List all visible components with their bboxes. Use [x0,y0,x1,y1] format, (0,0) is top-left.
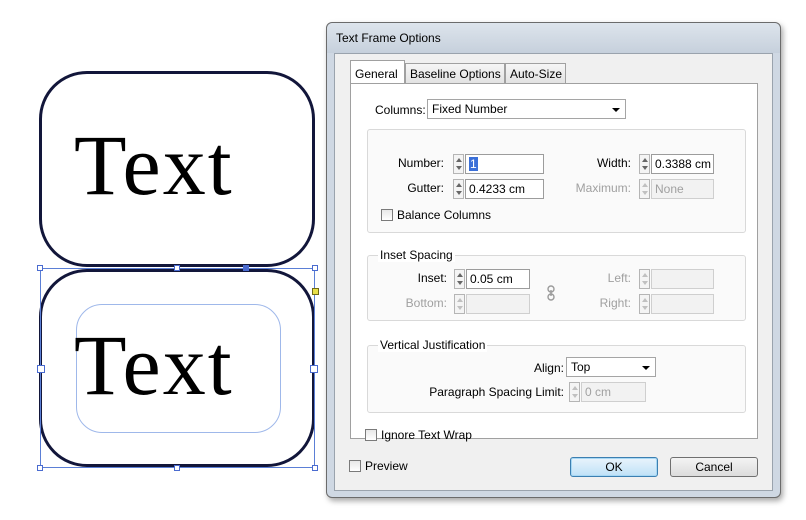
balance-columns-checkbox[interactable] [381,209,393,221]
width-label: Width: [596,156,631,170]
bottom-label: Bottom: [405,296,447,310]
paragraph-spacing-stepper[interactable] [569,382,580,402]
ok-button[interactable]: OK [570,457,658,477]
align-dropdown-value: Top [571,360,591,374]
handle-middle-left[interactable] [37,365,45,373]
frame-top-text: Text [74,117,234,213]
chevron-down-icon [642,366,650,370]
align-dropdown[interactable]: Top [566,357,656,377]
left-field[interactable] [651,269,714,289]
cancel-button[interactable]: Cancel [670,457,758,477]
tab-auto-size[interactable]: Auto-Size [505,63,566,83]
width-field[interactable]: 0.3388 cm [651,154,714,174]
anchor-handle-icon[interactable] [243,265,249,271]
preview-checkbox[interactable] [349,460,361,472]
text-frame-options-dialog: Text Frame Options General Baseline Opti… [326,22,781,498]
inset-spacing-group: Inset Spacing Inset: 0.05 cm Bottom: Lef… [367,248,746,321]
paragraph-spacing-field[interactable]: 0 cm [581,382,646,402]
columns-label: Columns: [375,103,426,117]
columns-dropdown-value: Fixed Number [432,102,508,116]
align-label: Align: [533,361,564,375]
out-port-icon[interactable] [312,288,319,295]
number-stepper[interactable] [453,154,464,174]
columns-dropdown[interactable]: Fixed Number [427,99,626,119]
left-stepper[interactable] [639,269,650,289]
columns-group: Number: 1 Gutter: 0.4233 cm Width: 0.338… [367,129,746,233]
tab-auto-size-label: Auto-Size [510,67,563,81]
preview-label: Preview [365,459,408,473]
right-field[interactable] [651,294,714,314]
tab-general[interactable]: General [350,60,405,84]
width-stepper[interactable] [639,154,650,174]
tab-baseline-options-label: Baseline Options [410,67,501,81]
vertical-justification-group: Vertical Justification Align: Top Paragr… [367,338,746,413]
inset-stepper[interactable] [454,269,465,289]
bottom-field[interactable] [466,294,530,314]
maximum-stepper[interactable] [639,179,650,199]
right-stepper[interactable] [639,294,650,314]
dialog-titlebar[interactable]: Text Frame Options [327,23,780,53]
handle-bottom-left[interactable] [37,465,43,471]
chevron-down-icon [612,108,620,112]
chain-link-icon[interactable] [545,285,557,301]
left-label: Left: [607,271,631,285]
gutter-stepper[interactable] [453,179,464,199]
bottom-stepper[interactable] [454,294,465,314]
handle-top-middle[interactable] [174,265,180,271]
dialog-title: Text Frame Options [336,31,441,45]
gutter-field[interactable]: 0.4233 cm [465,179,544,199]
number-field[interactable]: 1 [465,154,544,174]
maximum-label: Maximum: [575,181,631,195]
selection-bounding-box [40,268,315,468]
inset-field[interactable]: 0.05 cm [466,269,530,289]
right-label: Right: [599,296,631,310]
gutter-label: Gutter: [407,181,444,195]
paragraph-spacing-limit-label: Paragraph Spacing Limit: [429,385,564,399]
tab-baseline-options[interactable]: Baseline Options [405,63,505,83]
handle-top-right[interactable] [312,265,318,271]
number-label: Number: [397,156,444,170]
ignore-text-wrap-label: Ignore Text Wrap [381,428,472,442]
tab-panel-general: Columns: Fixed Number Number: 1 Gutter: … [350,83,758,442]
handle-bottom-middle[interactable] [174,465,180,471]
inset-label: Inset: [417,271,447,285]
handle-bottom-right[interactable] [312,465,318,471]
handle-top-left[interactable] [37,265,43,271]
vertical-justification-title: Vertical Justification [378,338,488,352]
ignore-text-wrap-checkbox[interactable] [365,429,377,441]
tab-general-label: General [355,67,398,81]
inset-spacing-title: Inset Spacing [378,248,455,262]
balance-columns-label: Balance Columns [397,208,492,222]
maximum-field[interactable]: None [651,179,714,199]
handle-middle-right[interactable] [310,365,318,373]
